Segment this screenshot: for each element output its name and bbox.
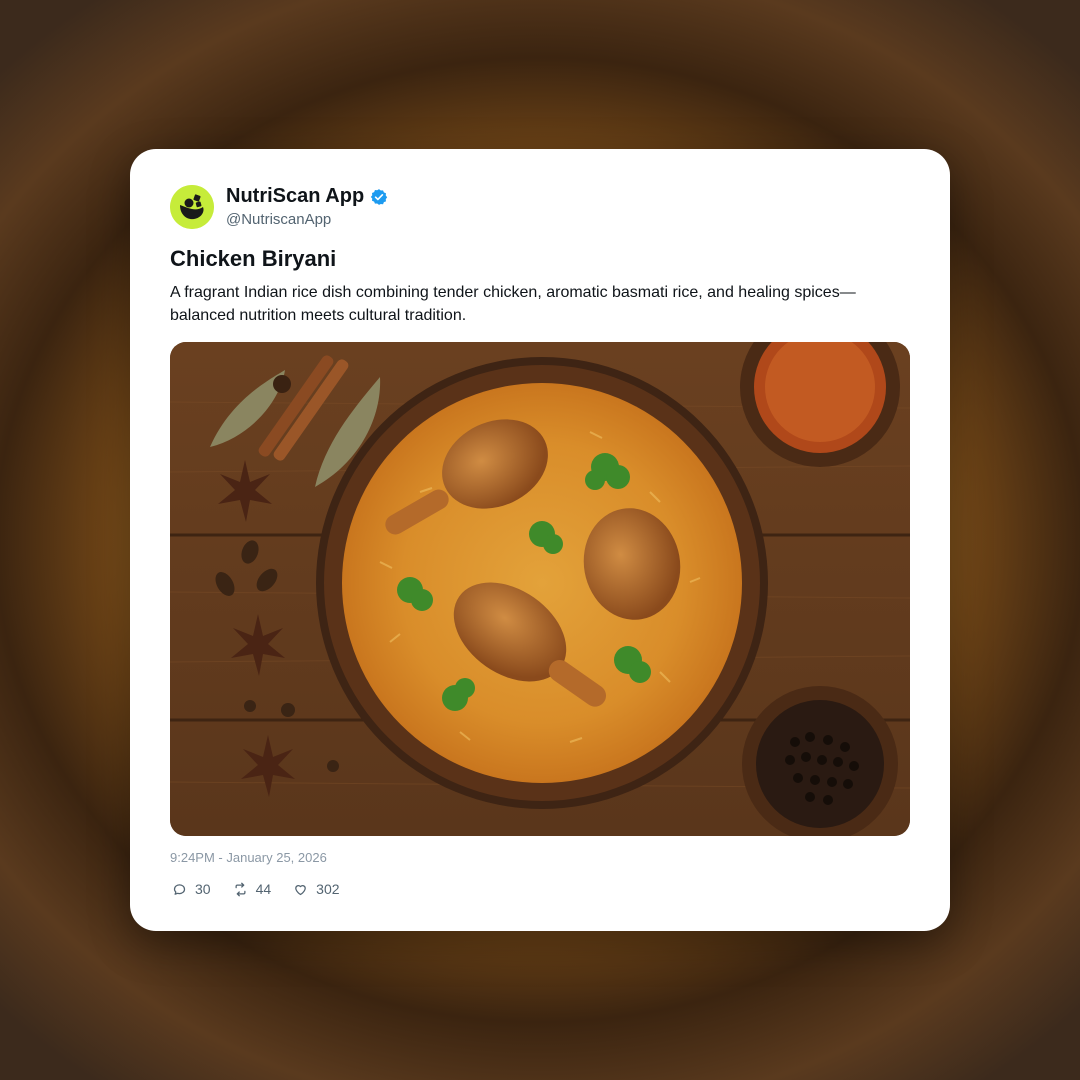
author-name[interactable]: NutriScan App: [226, 185, 364, 208]
author-handle[interactable]: @NutriscanApp: [226, 211, 331, 228]
author-row: NutriScan App: [226, 185, 388, 208]
like-button[interactable]: 302: [293, 881, 340, 897]
post-timestamp[interactable]: 9:24PM - January 25, 2026: [170, 850, 327, 865]
verified-badge-icon: [370, 188, 388, 205]
repost-icon: [235, 882, 246, 896]
reply-button[interactable]: 30: [172, 881, 211, 897]
post-card: NutriScan App @NutriscanApp Chicken Biry…: [130, 149, 950, 931]
biryani-photo: [170, 342, 910, 836]
nutriscan-logo-icon: [170, 185, 214, 229]
engagement-bar: 30 44 302: [172, 881, 362, 897]
post-description: A fragrant Indian rice dish combining te…: [170, 284, 856, 324]
post-image[interactable]: [170, 342, 910, 836]
reply-icon: [173, 883, 186, 895]
repost-button[interactable]: 44: [233, 881, 272, 897]
repost-count: 44: [255, 881, 272, 897]
post-title: Chicken Biryani: [170, 246, 337, 271]
reply-count: 30: [195, 881, 211, 897]
heart-icon: [295, 884, 306, 895]
like-count: 302: [316, 881, 340, 897]
avatar[interactable]: [170, 185, 214, 229]
